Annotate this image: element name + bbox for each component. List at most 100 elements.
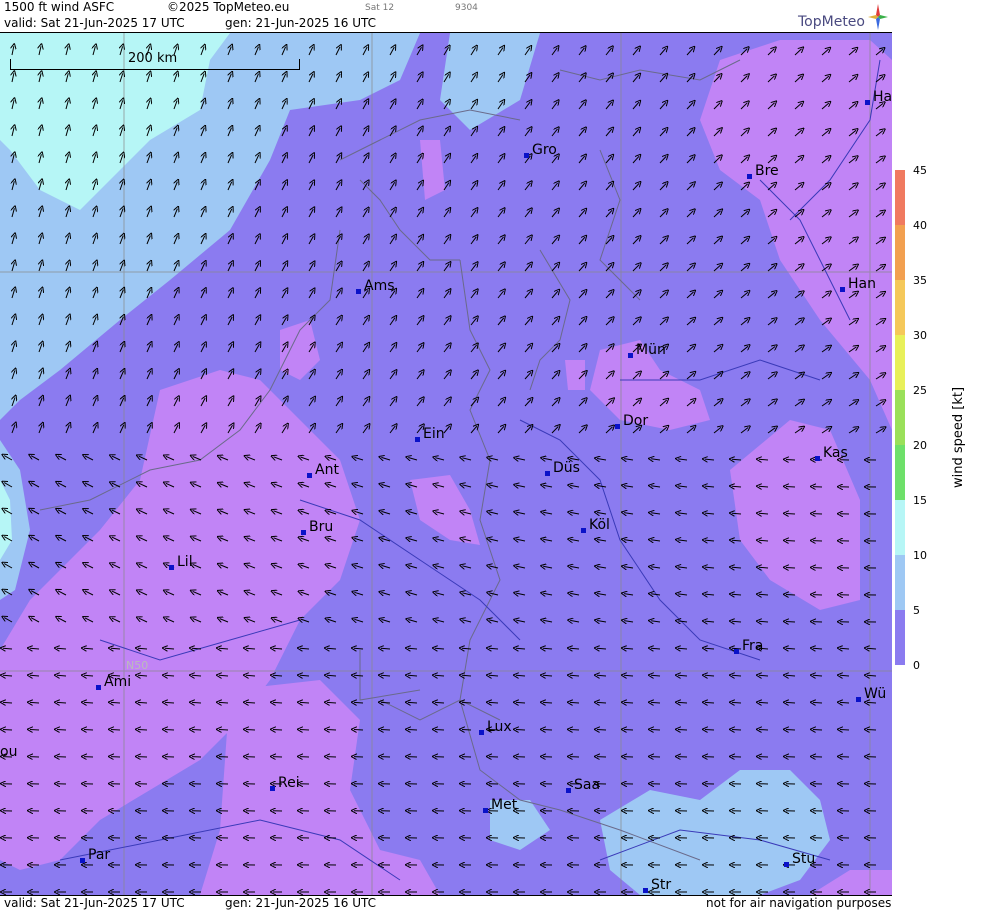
- wind-arrow: [84, 730, 93, 731]
- wind-arrow: [165, 675, 174, 676]
- city-ou[interactable]: ou: [0, 744, 17, 760]
- city-ami[interactable]: Ami: [104, 674, 131, 690]
- wind-arrow: [867, 675, 876, 676]
- city-marker: [96, 685, 101, 690]
- code-label: 9304: [455, 3, 478, 13]
- legend-band: [895, 610, 905, 665]
- footer-disclaimer: not for air navigation purposes: [706, 896, 891, 910]
- legend-tick-label: 10: [913, 549, 927, 562]
- wind-arrow: [489, 702, 498, 703]
- city-lux[interactable]: Lux: [487, 719, 512, 735]
- wind-arrow: [30, 730, 39, 731]
- copyright: ©2025 TopMeteo.eu: [167, 0, 289, 14]
- legend-tick-label: 5: [913, 604, 920, 617]
- city-bru[interactable]: Bru: [309, 519, 333, 535]
- city-label: Ein: [423, 426, 445, 442]
- legend-tick-label: 25: [913, 384, 927, 397]
- wind-arrow: [840, 730, 849, 731]
- wind-arrow: [786, 675, 795, 676]
- city-dor[interactable]: Dor: [623, 413, 648, 429]
- wind-arrow: [3, 730, 12, 731]
- city-par[interactable]: Par: [88, 847, 110, 863]
- wind-arrow: [570, 675, 579, 676]
- city-kol[interactable]: Köl: [589, 517, 610, 533]
- city-bre[interactable]: Bre: [755, 163, 779, 179]
- legend-band: [895, 390, 905, 445]
- city-label: Düs: [553, 460, 580, 476]
- wind-arrow: [732, 675, 741, 676]
- wind-arrow: [786, 702, 795, 703]
- city-str[interactable]: Str: [651, 877, 671, 893]
- city-lil[interactable]: Lil: [177, 554, 193, 570]
- legend-colorbar: 454035302520151050: [893, 0, 983, 909]
- wind-arrow: [759, 540, 768, 541]
- wind-arrow: [705, 702, 714, 703]
- city-marker: [483, 808, 488, 813]
- latitude-label: N50: [126, 659, 148, 672]
- city-ams[interactable]: Ams: [364, 278, 395, 294]
- wind-arrow: [759, 594, 768, 595]
- wind-arrow: [138, 675, 147, 676]
- wind-arrow: [759, 621, 768, 622]
- city-label: Str: [651, 877, 671, 893]
- city-label: ou: [0, 744, 17, 760]
- city-label: Met: [491, 797, 517, 813]
- scale-bar-label: 200 km: [128, 51, 177, 66]
- wind-arrow: [786, 487, 795, 488]
- wind-arrow: [516, 675, 525, 676]
- legend-tick-label: 20: [913, 439, 927, 452]
- city-marker: [840, 287, 845, 292]
- city-marker: [581, 528, 586, 533]
- wind-arrow: [354, 702, 363, 703]
- wind-arrow: [651, 702, 660, 703]
- city-label: Stu: [792, 851, 815, 867]
- wind-arrow: [111, 702, 120, 703]
- city-met[interactable]: Met: [491, 797, 517, 813]
- wind-arrow: [759, 513, 768, 514]
- city-saa[interactable]: Saa: [574, 777, 600, 793]
- city-ein[interactable]: Ein: [423, 426, 445, 442]
- wind-map[interactable]: 200 km N50 Gro Bre Ha Ams Han Mün Dor Ei…: [0, 33, 892, 895]
- city-dus[interactable]: Düs: [553, 460, 580, 476]
- wind-arrow: [327, 730, 336, 731]
- city-fra[interactable]: Fra: [742, 638, 763, 654]
- wind-arrow: [705, 675, 714, 676]
- wind-arrow: [597, 702, 606, 703]
- city-marker: [865, 100, 870, 105]
- wind-arrow: [111, 730, 120, 731]
- city-marker: [356, 289, 361, 294]
- city-gro[interactable]: Gro: [532, 142, 557, 158]
- city-ant[interactable]: Ant: [315, 462, 339, 478]
- city-han[interactable]: Han: [848, 276, 876, 292]
- wind-arrow: [786, 730, 795, 731]
- city-marker: [545, 471, 550, 476]
- city-kas[interactable]: Kas: [823, 445, 848, 461]
- legend-label: wind speed [kt]: [951, 387, 966, 488]
- wind-arrow: [759, 459, 768, 460]
- city-stu[interactable]: Stu: [792, 851, 815, 867]
- city-rei[interactable]: Rei: [278, 775, 300, 791]
- wind-arrow: [543, 675, 552, 676]
- wind-arrow: [165, 702, 174, 703]
- wind-arrow: [489, 675, 498, 676]
- city-marker: [270, 786, 275, 791]
- legend-band: [895, 500, 905, 555]
- wind-arrow: [516, 730, 525, 731]
- wind-arrow: [840, 675, 849, 676]
- legend-tick-label: 0: [913, 659, 920, 672]
- topmeteo-logo: TopMeteo: [796, 4, 888, 32]
- wind-arrow: [462, 702, 471, 703]
- wind-arrow: [165, 730, 174, 731]
- wind-arrow: [786, 568, 795, 569]
- city-wu[interactable]: Wü: [864, 686, 886, 702]
- wind-arrow: [219, 730, 228, 731]
- wind-arrow: [678, 730, 687, 731]
- legend-tick-label: 45: [913, 164, 927, 177]
- wind-arrow: [381, 675, 390, 676]
- wind-arrow: [354, 675, 363, 676]
- city-ha[interactable]: Ha: [873, 89, 892, 105]
- wind-arrow: [462, 675, 471, 676]
- wind-arrow: [192, 702, 201, 703]
- city-mun[interactable]: Mün: [636, 342, 666, 358]
- wind-arrow: [786, 622, 795, 623]
